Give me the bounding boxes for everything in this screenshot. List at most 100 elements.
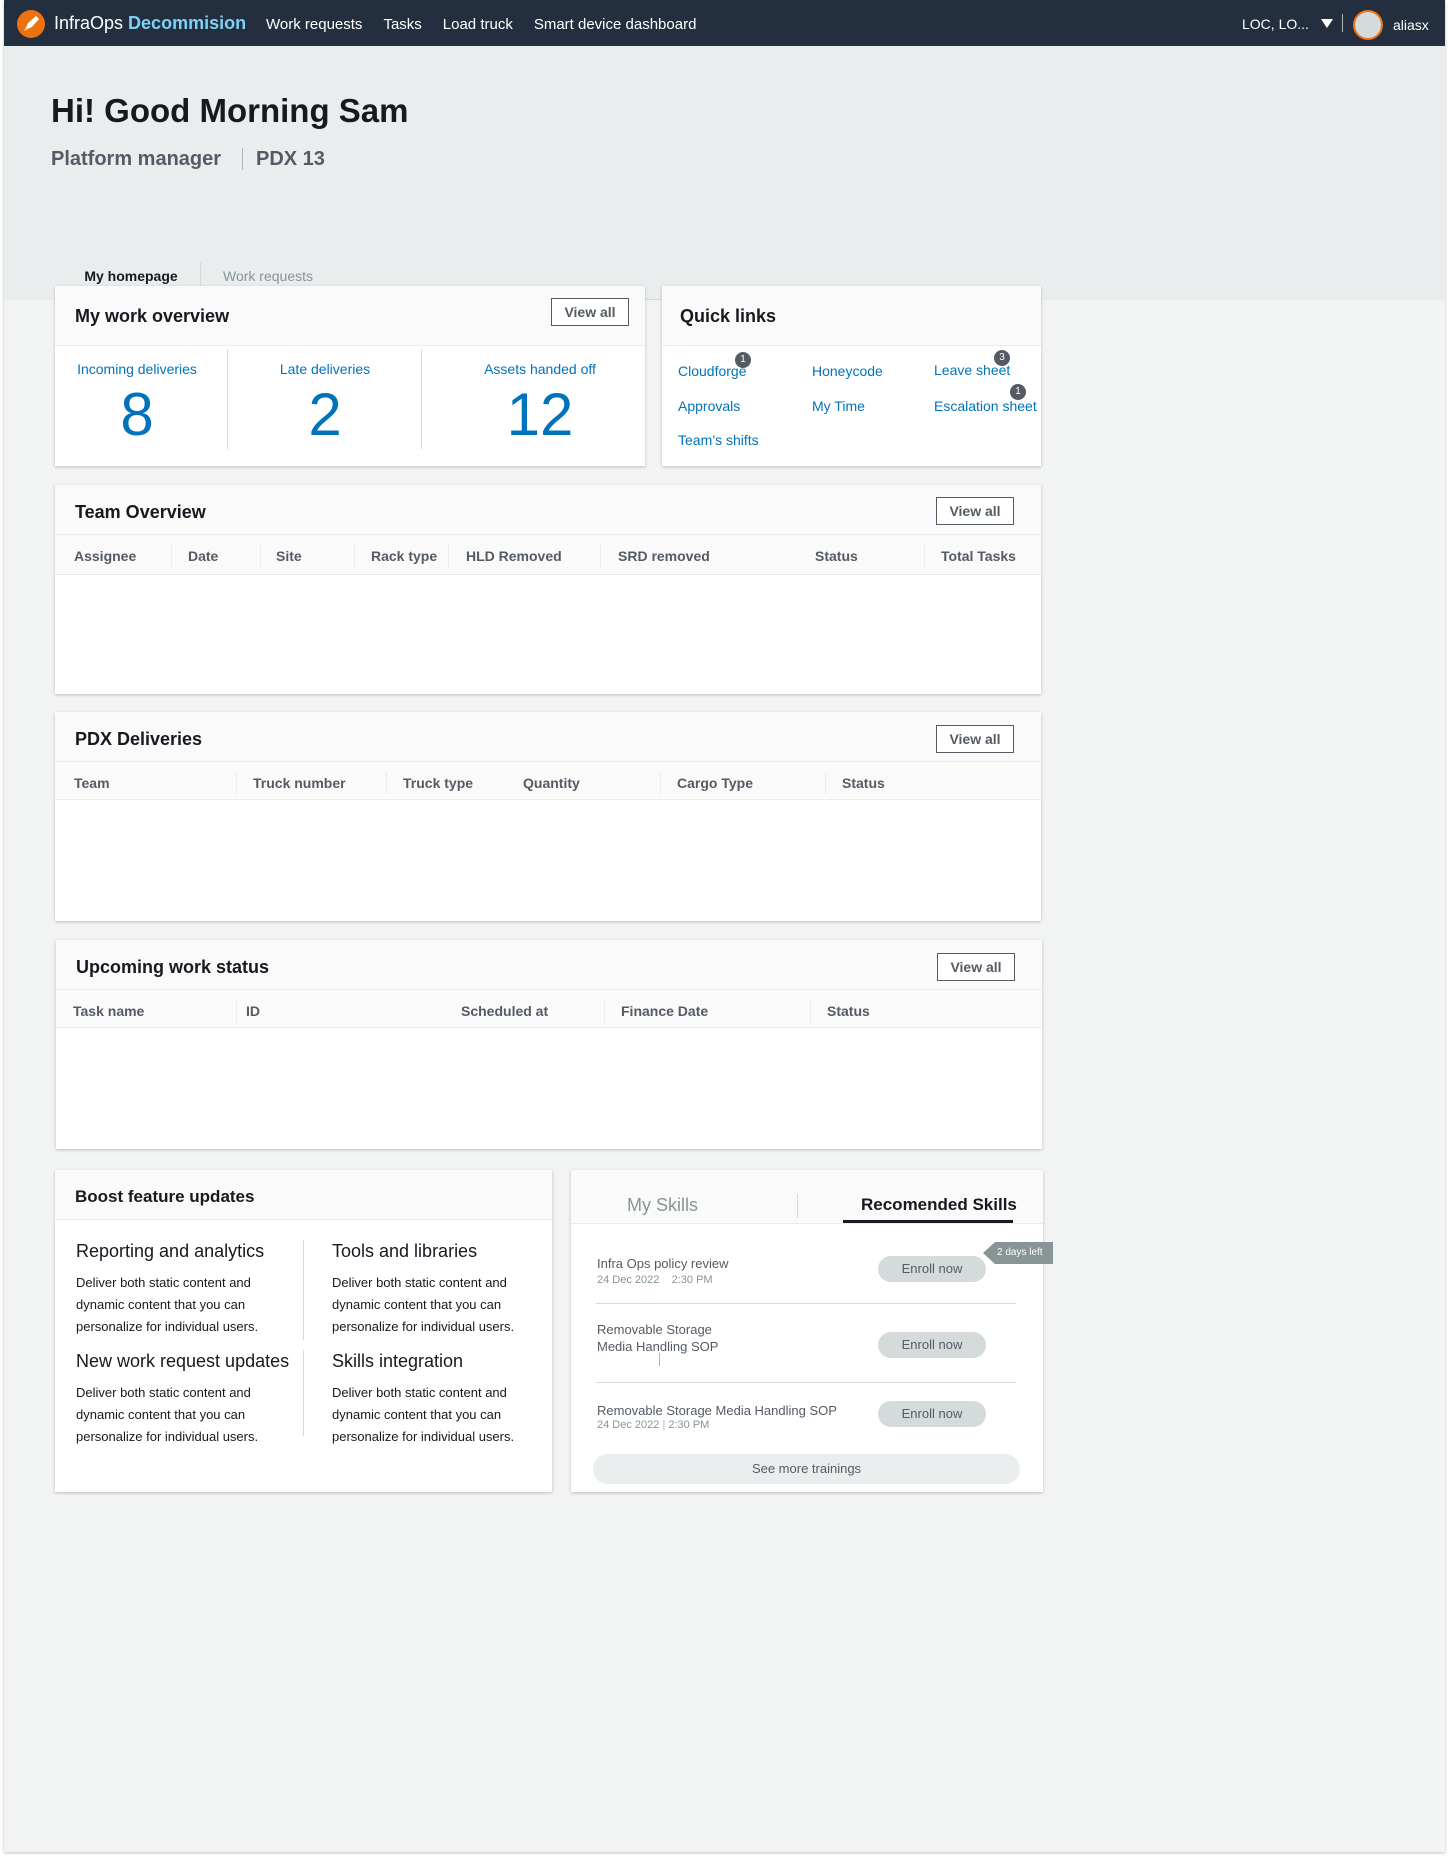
column-header[interactable]: Truck type [403, 775, 473, 791]
column-header[interactable]: SRD removed [618, 548, 710, 564]
tab-my-skills[interactable]: My Skills [627, 1195, 698, 1216]
notification-badge: 3 [994, 350, 1010, 366]
nav-divider [1342, 14, 1343, 32]
notification-badge: 1 [735, 352, 751, 368]
active-tab-indicator [843, 1220, 1013, 1223]
feature-title: Skills integration [332, 1351, 464, 1371]
column-divider [825, 772, 826, 794]
enroll-button[interactable]: Enroll now [878, 1332, 986, 1358]
enroll-button[interactable]: Enroll now [878, 1401, 986, 1427]
stat-value: 8 [120, 381, 154, 448]
column-divider [604, 1000, 605, 1022]
username[interactable]: aliasx [1393, 17, 1429, 33]
top-navigation: InfraOps Decommision Work requests Tasks… [4, 0, 1445, 46]
view-all-button[interactable]: View all [936, 497, 1014, 525]
quick-link-escalation-sheet[interactable]: Escalation sheet [934, 398, 1037, 414]
stat-assets-handed-off[interactable]: Assets handed off 12 [475, 361, 605, 447]
feature-divider [303, 1240, 304, 1340]
nav-link-work-requests[interactable]: Work requests [266, 16, 362, 33]
stat-value: 12 [506, 381, 574, 448]
feature-update-item[interactable]: New work request updates Deliver both st… [76, 1351, 296, 1448]
column-divider [924, 545, 925, 567]
column-header[interactable]: Finance Date [621, 1003, 708, 1019]
view-all-button[interactable]: View all [937, 953, 1015, 981]
feature-description: Deliver both static content and dynamic … [76, 1385, 259, 1444]
column-header[interactable]: Team [74, 775, 110, 791]
pdx-deliveries-card: PDX Deliveries View all Team Truck numbe… [55, 712, 1041, 921]
column-header[interactable]: Status [827, 1003, 870, 1019]
table-header: Assignee Date Site Rack type HLD Removed… [55, 535, 1041, 575]
view-all-button[interactable]: View all [551, 298, 629, 326]
quick-link-teams-shifts[interactable]: Team’s shifts [678, 432, 759, 448]
column-header[interactable]: Cargo Type [677, 775, 753, 791]
caret-down-icon[interactable] [1321, 19, 1333, 28]
column-divider [600, 545, 601, 567]
skill-date-divider [659, 1353, 660, 1366]
column-header[interactable]: Total Tasks [941, 548, 1016, 564]
feature-title: New work request updates [76, 1351, 290, 1371]
column-header[interactable]: Truck number [253, 775, 346, 791]
column-header[interactable]: Rack type [371, 548, 437, 564]
work-overview-card: My work overview View all Incoming deliv… [55, 286, 645, 466]
card-title: My work overview [75, 306, 230, 326]
nav-link-smart-device-dashboard[interactable]: Smart device dashboard [534, 16, 697, 33]
page-title: Hi! Good Morning Sam [51, 92, 409, 129]
app-brand[interactable]: InfraOps Decommision [54, 13, 246, 34]
nav-link-tasks[interactable]: Tasks [383, 16, 421, 33]
avatar[interactable] [1353, 10, 1383, 40]
column-divider [810, 1000, 811, 1022]
rocket-logo-icon[interactable] [16, 9, 46, 39]
column-header[interactable]: Assignee [74, 548, 136, 564]
brand-accent: Decommision [128, 13, 247, 33]
card-header [55, 712, 1041, 762]
card-title: Upcoming work status [76, 957, 270, 977]
stat-divider [227, 349, 228, 449]
column-header[interactable]: Scheduled at [461, 1003, 548, 1019]
stat-label: Incoming deliveries [77, 361, 197, 377]
skill-title: Infra Ops policy review [597, 1256, 729, 1271]
stat-label: Late deliveries [279, 361, 371, 377]
skill-title: Removable Storage Media Handling SOP [597, 1322, 719, 1354]
feature-update-item[interactable]: Reporting and analytics Deliver both sta… [76, 1241, 296, 1338]
feature-description: Deliver both static content and dynamic … [332, 1275, 515, 1334]
skill-time: 2:30 PM [668, 1419, 710, 1431]
column-divider [236, 1000, 237, 1022]
skill-separator [596, 1382, 1016, 1383]
feature-title: Reporting and analytics [76, 1241, 265, 1261]
upcoming-work-card: Upcoming work status View all Task name … [56, 940, 1042, 1149]
user-site: PDX 13 [256, 148, 325, 170]
feature-description: Deliver both static content and dynamic … [76, 1275, 259, 1334]
column-header[interactable]: Status [842, 775, 885, 791]
header-divider [242, 148, 243, 170]
skill-title: Removable Storage Media Handling SOP [597, 1403, 837, 1418]
feature-update-item[interactable]: Skills integration Deliver both static c… [332, 1351, 552, 1448]
tab-recommended-skills[interactable]: Recomended Skills [861, 1195, 1017, 1215]
see-more-trainings-button[interactable]: See more trainings [593, 1454, 1020, 1484]
column-header[interactable]: Site [276, 548, 302, 564]
column-header[interactable]: Date [188, 548, 218, 564]
quick-link-my-time[interactable]: My Time [812, 398, 865, 414]
quick-link-honeycode[interactable]: Honeycode [812, 363, 883, 379]
card-title: Team Overview [75, 502, 206, 522]
nav-link-load-truck[interactable]: Load truck [443, 16, 513, 33]
quick-link-approvals[interactable]: Approvals [678, 398, 740, 414]
column-header[interactable]: ID [246, 1003, 260, 1019]
view-all-button[interactable]: View all [936, 725, 1014, 753]
column-header[interactable]: Quantity [523, 775, 580, 791]
stat-label: Assets handed off [484, 361, 596, 377]
feature-update-item[interactable]: Tools and libraries Deliver both static … [332, 1241, 552, 1338]
stat-incoming-deliveries[interactable]: Incoming deliveries 8 [77, 361, 197, 447]
boost-updates-card: Boost feature updates Reporting and anal… [55, 1170, 552, 1492]
column-header[interactable]: Task name [73, 1003, 144, 1019]
column-header[interactable]: Status [815, 548, 858, 564]
skill-date: 24 Dec 2022 [597, 1274, 660, 1286]
stat-late-deliveries[interactable]: Late deliveries 2 [260, 361, 390, 447]
skill-date-divider: | [662, 1419, 666, 1431]
column-header[interactable]: HLD Removed [466, 548, 562, 564]
enroll-button[interactable]: Enroll now [878, 1256, 986, 1282]
column-divider [260, 545, 261, 567]
feature-description: Deliver both static content and dynamic … [332, 1385, 515, 1444]
nav-links: Work requests Tasks Load truck Smart dev… [266, 16, 696, 33]
location-selector[interactable]: LOC, LO... [1242, 16, 1309, 32]
table-header: Task name ID Scheduled at Finance Date S… [56, 990, 1042, 1028]
